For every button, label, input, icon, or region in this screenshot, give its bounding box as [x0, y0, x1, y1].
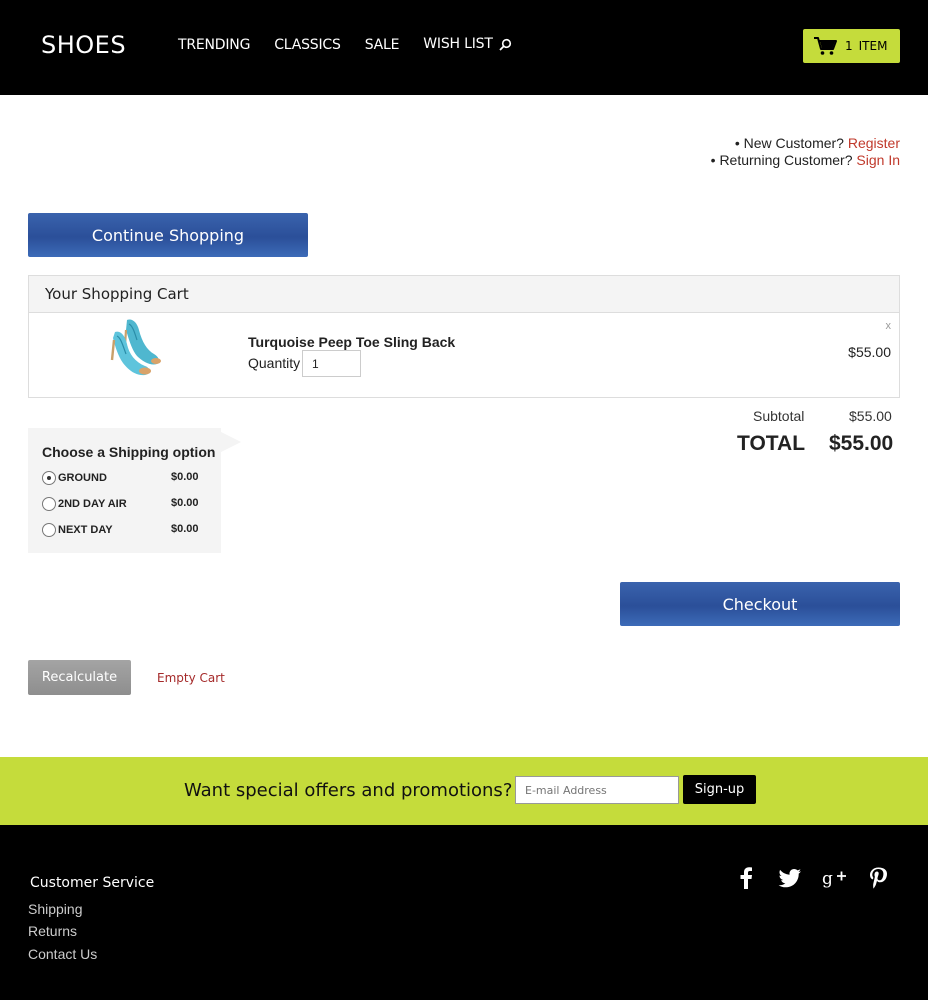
cart-button[interactable]: 1 ITEM	[803, 29, 900, 63]
signup-button[interactable]: Sign-up	[683, 775, 756, 804]
subtotal-label: Subtotal	[753, 408, 805, 424]
cart-count: 1	[845, 39, 853, 53]
sign-in-link[interactable]: Sign In	[856, 152, 900, 168]
search-icon[interactable]	[498, 38, 512, 52]
remove-item-button[interactable]: x	[886, 320, 892, 332]
item-price: $55.00	[848, 344, 891, 360]
empty-cart-link[interactable]: Empty Cart	[157, 671, 225, 685]
shipping-option-price: $0.00	[171, 523, 199, 535]
subtotal-value: $55.00	[849, 408, 892, 424]
shipping-option-next-day[interactable]: NEXT DAY $0.00	[42, 523, 207, 539]
recalculate-button[interactable]: Recalculate	[28, 660, 131, 695]
shipping-option-price: $0.00	[171, 497, 199, 509]
email-input[interactable]	[515, 776, 679, 804]
nav-sale[interactable]: SALE	[365, 37, 400, 53]
pinterest-icon[interactable]	[865, 865, 891, 891]
returning-customer-line: • Returning Customer? Sign In	[711, 152, 900, 169]
quantity-label: Quantity	[248, 355, 301, 371]
shipping-radio-2nd-day-air[interactable]	[42, 497, 56, 511]
shipping-options-box: Choose a Shipping option GROUND $0.00 2N…	[28, 428, 221, 553]
nav-classics[interactable]: CLASSICS	[274, 37, 341, 53]
site-logo[interactable]: SHOES	[41, 31, 126, 59]
cart-icon	[814, 37, 837, 55]
nav-wish-list[interactable]: WISH LIST	[423, 36, 493, 52]
customer-service-title: Customer Service	[30, 875, 155, 891]
product-image[interactable]	[99, 316, 179, 378]
promo-bar: Want special offers and promotions? Sign…	[0, 757, 928, 825]
site-header: SHOES TRENDING CLASSICS SALE WISH LIST 1…	[0, 0, 928, 95]
shipping-box-arrow	[221, 432, 241, 452]
account-links: • New Customer? Register • Returning Cus…	[711, 135, 900, 169]
promo-text: Want special offers and promotions?	[184, 780, 513, 801]
shopping-cart-panel: Your Shopping Cart Turquoise Peep Toe Sl…	[28, 275, 900, 398]
shipping-option-price: $0.00	[171, 471, 199, 483]
product-name[interactable]: Turquoise Peep Toe Sling Back	[248, 334, 455, 350]
footer-link-shipping[interactable]: Shipping	[28, 901, 83, 917]
shipping-option-name: GROUND	[58, 472, 107, 484]
shipping-option-ground[interactable]: GROUND $0.00	[42, 471, 207, 487]
shipping-radio-next-day[interactable]	[42, 523, 56, 537]
facebook-icon[interactable]	[733, 865, 759, 891]
nav-trending[interactable]: TRENDING	[178, 37, 250, 53]
footer-link-contact-us[interactable]: Contact Us	[28, 946, 97, 962]
returning-customer-text: • Returning Customer?	[710, 152, 853, 168]
shipping-title: Choose a Shipping option	[42, 444, 216, 460]
shipping-option-name: 2ND DAY AIR	[58, 498, 127, 510]
quantity-input[interactable]	[302, 350, 361, 377]
cart-title: Your Shopping Cart	[29, 276, 899, 313]
site-footer: Customer Service Shipping Returns Contac…	[0, 825, 928, 1000]
total-label: TOTAL	[737, 432, 806, 455]
google-plus-icon[interactable]: g	[821, 865, 847, 891]
svg-text:g: g	[822, 869, 833, 889]
cart-label: ITEM	[858, 39, 888, 53]
checkout-button[interactable]: Checkout	[620, 582, 900, 626]
new-customer-text: • New Customer?	[734, 135, 844, 151]
new-customer-line: • New Customer? Register	[711, 135, 900, 152]
continue-shopping-button[interactable]: Continue Shopping	[28, 213, 308, 257]
total-value: $55.00	[829, 432, 894, 455]
main-nav: TRENDING CLASSICS SALE WISH LIST	[178, 36, 517, 53]
register-link[interactable]: Register	[848, 135, 900, 151]
footer-link-returns[interactable]: Returns	[28, 923, 77, 939]
shipping-radio-ground[interactable]	[42, 471, 56, 485]
shipping-option-name: NEXT DAY	[58, 524, 113, 536]
twitter-icon[interactable]	[777, 865, 803, 891]
shipping-option-2nd-day-air[interactable]: 2ND DAY AIR $0.00	[42, 497, 207, 513]
